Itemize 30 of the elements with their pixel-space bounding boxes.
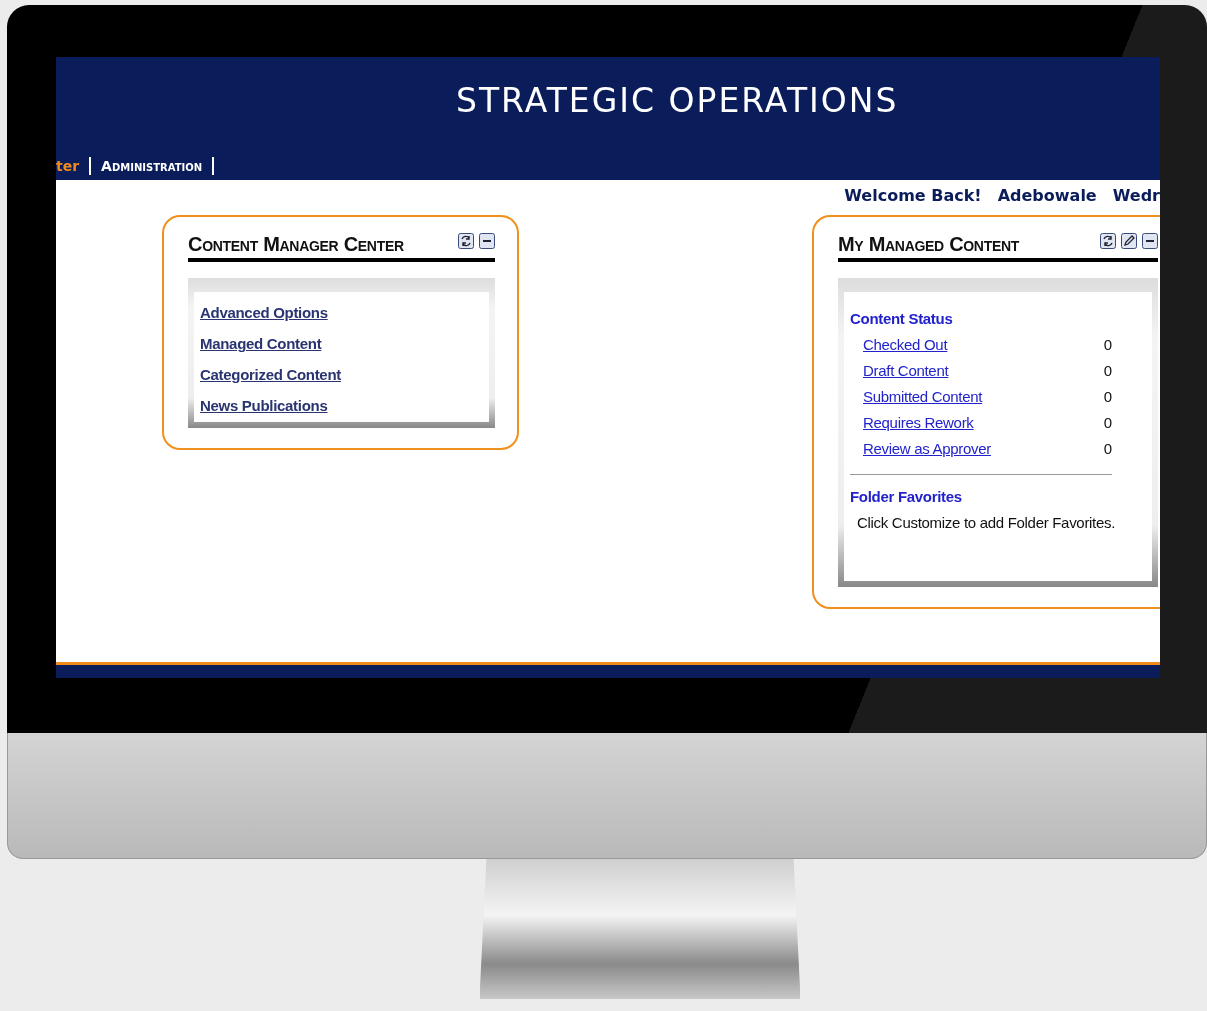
menu-link[interactable]: Advanced Options [200,304,328,321]
site-title: STRATEGIC OPERATIONS [456,81,900,120]
refresh-icon[interactable] [1100,233,1116,249]
welcome-text: Welcome Back! [844,186,982,205]
status-count: 0 [1103,440,1112,457]
favorites-note: Click Customize to add Folder Favorites. [856,514,1117,531]
card-title: My Managed Content [838,233,1021,256]
welcome-text: Wedr [1112,186,1160,205]
minimize-icon[interactable] [1142,233,1158,249]
minimize-icon[interactable] [479,233,495,249]
menu-link[interactable]: News Publications [200,397,328,414]
edit-icon[interactable] [1121,233,1137,249]
status-count: 0 [1103,336,1112,353]
status-link[interactable]: Review as Approver [863,440,991,457]
status-count: 0 [1103,388,1112,405]
status-link[interactable]: Draft Content [863,362,949,379]
status-link[interactable]: Submitted Content [863,388,983,405]
status-link[interactable]: Checked Out [863,336,948,353]
menu-link[interactable]: Categorized Content [200,366,341,383]
menu-link[interactable]: Managed Content [200,335,322,352]
nav-tab[interactable]: Administration [101,158,203,174]
section-heading: Content Status [850,310,954,327]
status-count: 0 [1103,362,1112,379]
card-title: Content Manager Center [188,233,405,256]
status-link[interactable]: Requires Rework [863,414,974,431]
nav-tab[interactable]: ter [56,158,80,174]
welcome-text: Adebowale [997,186,1097,205]
section-heading: Folder Favorites [850,488,963,505]
status-count: 0 [1103,414,1112,431]
refresh-icon[interactable] [458,233,474,249]
